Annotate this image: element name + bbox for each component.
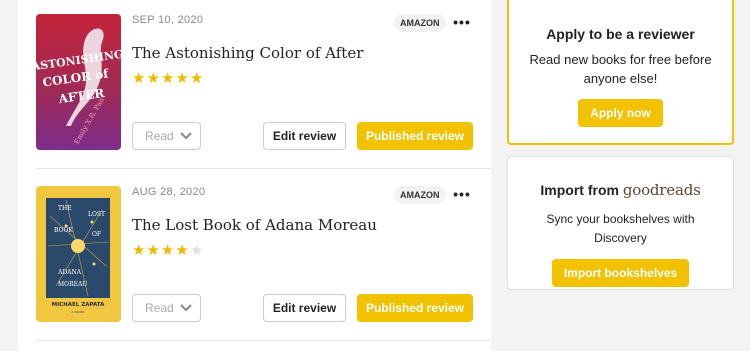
published-review-button[interactable]: Published review <box>357 294 473 322</box>
star-rating: ★★★★★ <box>132 69 204 87</box>
star-icon: ★ <box>160 242 176 259</box>
review-item: THE LOST BOOK OF ADANA MOREAU MICHAEL ZA… <box>18 172 491 340</box>
book-title[interactable]: The Lost Book of Adana Moreau <box>132 216 377 234</box>
review-date: SEP 10, 2020 <box>132 14 204 26</box>
import-title-prefix: Import from <box>540 182 619 198</box>
divider <box>36 340 491 341</box>
apply-title: Apply to be a reviewer <box>546 26 695 42</box>
published-review-button[interactable]: Published review <box>357 122 473 150</box>
svg-text:LOST: LOST <box>88 211 105 218</box>
star-icon: ★ <box>146 70 161 87</box>
edit-review-button[interactable]: Edit review <box>263 122 346 150</box>
star-icon: ★ <box>132 242 147 259</box>
store-badge: AMAZON <box>394 186 446 204</box>
shelf-select-value: Read <box>145 129 174 143</box>
import-description: Sync your bookshelves with Discovery <box>546 212 695 245</box>
star-icon: ★ <box>146 242 161 259</box>
edit-review-button[interactable]: Edit review <box>263 294 346 322</box>
svg-text:ADANA: ADANA <box>57 269 82 276</box>
svg-text:BOOK: BOOK <box>54 227 73 234</box>
svg-text:MOREAU: MOREAU <box>58 281 87 288</box>
star-icon: ★ <box>132 70 147 87</box>
import-bookshelves-button[interactable]: Import bookshelves <box>551 259 690 287</box>
svg-text:OF: OF <box>92 231 101 238</box>
divider <box>36 168 491 169</box>
goodreads-logo: goodreads <box>622 181 701 199</box>
svg-text:MICHAEL ZAPATA: MICHAEL ZAPATA <box>52 302 106 308</box>
store-badge: AMAZON <box>394 14 446 32</box>
star-icon: ★ <box>175 70 190 87</box>
apply-now-button[interactable]: Apply now <box>578 99 663 127</box>
book-cover[interactable]: ASTONISHING COLOR of AFTER Emily X.R. Pa… <box>36 14 121 150</box>
apply-reviewer-card: Apply to be a reviewer Read new books fo… <box>507 0 734 145</box>
shelf-select-value: Read <box>145 301 174 315</box>
more-options-icon[interactable]: ••• <box>450 184 474 206</box>
star-icon: ★ <box>175 242 190 259</box>
shelf-select[interactable]: Read <box>132 294 201 322</box>
chevron-down-icon <box>180 304 192 312</box>
book-title[interactable]: The Astonishing Color of After <box>132 44 363 62</box>
more-options-icon[interactable]: ••• <box>450 12 474 34</box>
book-cover[interactable]: THE LOST BOOK OF ADANA MOREAU MICHAEL ZA… <box>36 186 121 322</box>
star-rating: ★★★★★ <box>132 241 204 259</box>
star-icon: ★ <box>160 70 176 87</box>
svg-text:A NOVEL: A NOVEL <box>71 310 85 314</box>
review-date: AUG 28, 2020 <box>132 186 206 198</box>
star-icon: ★ <box>189 70 205 87</box>
star-empty-icon: ★ <box>189 242 205 259</box>
shelf-select[interactable]: Read <box>132 122 201 150</box>
chevron-down-icon <box>180 132 192 140</box>
apply-description: Read new books for free before anyone el… <box>529 52 712 86</box>
review-feed: ASTONISHING COLOR of AFTER Emily X.R. Pa… <box>18 0 491 351</box>
review-item: ASTONISHING COLOR of AFTER Emily X.R. Pa… <box>18 0 491 168</box>
svg-text:THE: THE <box>58 205 72 212</box>
import-goodreads-card: Import from goodreads Sync your bookshel… <box>507 156 734 290</box>
import-title: Import from goodreads <box>508 181 733 199</box>
